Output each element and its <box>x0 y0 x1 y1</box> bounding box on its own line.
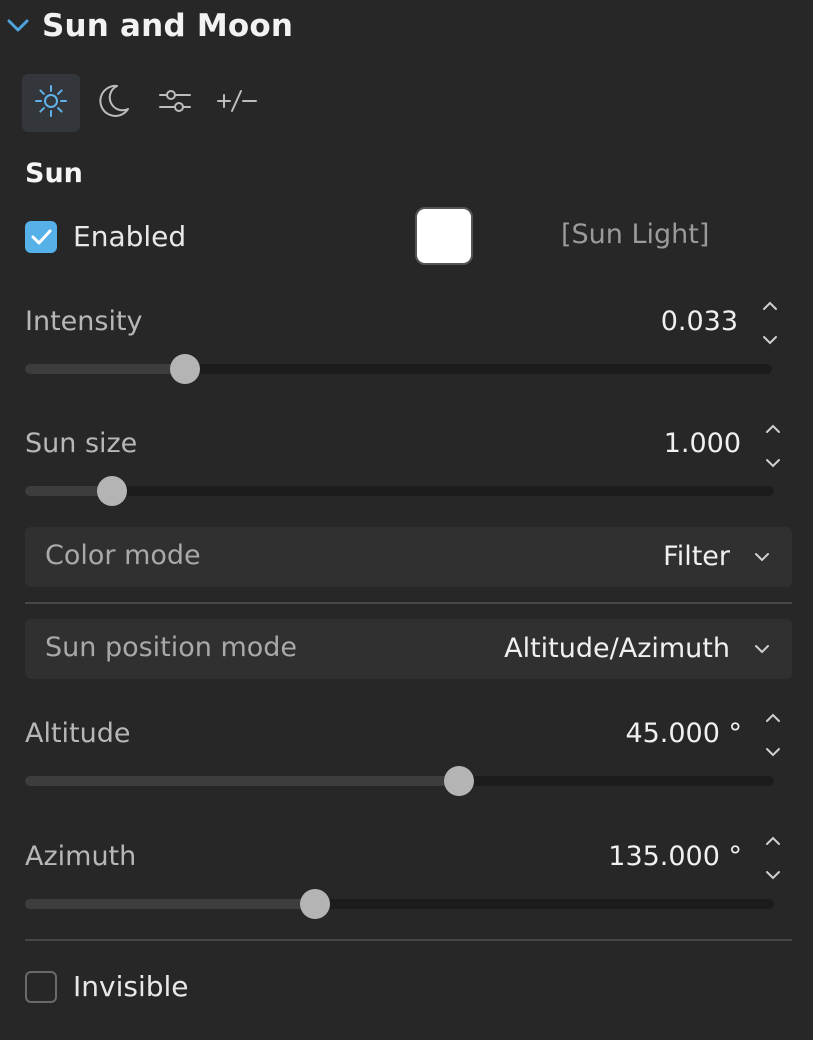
tab-bar <box>22 74 266 132</box>
chevron-up-icon <box>763 301 777 310</box>
azimuth-slider-fill <box>25 899 315 909</box>
intensity-value[interactable]: 0.033 <box>661 306 738 337</box>
intensity-slider[interactable] <box>25 354 772 384</box>
tab-sun[interactable] <box>22 74 80 132</box>
sun-light-link[interactable]: [Sun Light] <box>561 219 709 250</box>
chevron-down-icon <box>766 459 780 468</box>
tab-offsets[interactable] <box>208 74 266 132</box>
color-mode-dropdown[interactable]: Color mode Filter <box>25 527 792 587</box>
azimuth-slider[interactable] <box>25 889 774 919</box>
sun-position-mode-dropdown[interactable]: Sun position mode Altitude/Azimuth <box>25 619 792 679</box>
altitude-value[interactable]: 45.000 ° <box>625 718 742 749</box>
altitude-stepper[interactable] <box>763 712 783 758</box>
chevron-up-icon <box>766 713 780 722</box>
divider <box>25 939 792 941</box>
section-header[interactable]: Sun and Moon <box>6 4 293 48</box>
sun-size-slider[interactable] <box>25 476 774 506</box>
chevron-up-icon <box>766 836 780 845</box>
sun-size-value[interactable]: 1.000 <box>664 428 741 459</box>
sun-size-stepper[interactable] <box>763 423 783 469</box>
enabled-row: Enabled [Sun Light] <box>25 207 785 267</box>
sun-size-label: Sun size <box>25 428 138 459</box>
plus-minus-icon <box>215 83 259 123</box>
enabled-label[interactable]: Enabled <box>73 220 186 253</box>
moon-icon <box>95 83 131 123</box>
enabled-checkbox[interactable] <box>25 221 57 253</box>
intensity-slider-fill <box>25 364 185 374</box>
altitude-slider-fill <box>25 776 460 786</box>
divider <box>25 602 792 604</box>
chevron-down-icon <box>763 336 777 345</box>
checkmark-icon <box>25 229 57 257</box>
azimuth-value[interactable]: 135.000 ° <box>608 841 742 872</box>
sun-position-mode-label: Sun position mode <box>45 632 298 663</box>
azimuth-label: Azimuth <box>25 841 137 872</box>
azimuth-stepper[interactable] <box>763 835 783 881</box>
sun-size-slider-thumb[interactable] <box>96 476 127 506</box>
invisible-checkbox[interactable] <box>25 971 57 1003</box>
azimuth-slider-thumb[interactable] <box>299 889 330 919</box>
sun-icon <box>33 83 69 123</box>
color-mode-label: Color mode <box>45 540 201 571</box>
altitude-label: Altitude <box>25 718 131 749</box>
tab-settings[interactable] <box>146 74 204 132</box>
chevron-down-icon <box>766 871 780 880</box>
altitude-slider-thumb[interactable] <box>444 766 475 796</box>
intensity-slider-thumb[interactable] <box>169 354 200 384</box>
color-mode-value: Filter <box>663 541 730 572</box>
intensity-stepper[interactable] <box>760 300 780 346</box>
chevron-up-icon <box>766 424 780 433</box>
chevron-down-icon <box>750 637 774 661</box>
sun-position-mode-value: Altitude/Azimuth <box>504 633 730 664</box>
sun-color-swatch[interactable] <box>415 207 473 265</box>
chevron-down-icon <box>750 545 774 569</box>
chevron-down-icon[interactable] <box>6 14 30 38</box>
invisible-row: Invisible <box>25 957 785 1017</box>
tab-moon[interactable] <box>84 74 142 132</box>
sun-and-moon-panel: Sun and Moon Sun Enabled [Sun Light] Int… <box>0 0 813 1040</box>
intensity-label: Intensity <box>25 306 143 337</box>
sun-heading: Sun <box>25 158 83 189</box>
invisible-label[interactable]: Invisible <box>73 970 189 1003</box>
section-title: Sun and Moon <box>42 8 294 44</box>
altitude-slider[interactable] <box>25 766 774 796</box>
chevron-down-icon <box>766 748 780 757</box>
sliders-icon <box>157 83 193 123</box>
